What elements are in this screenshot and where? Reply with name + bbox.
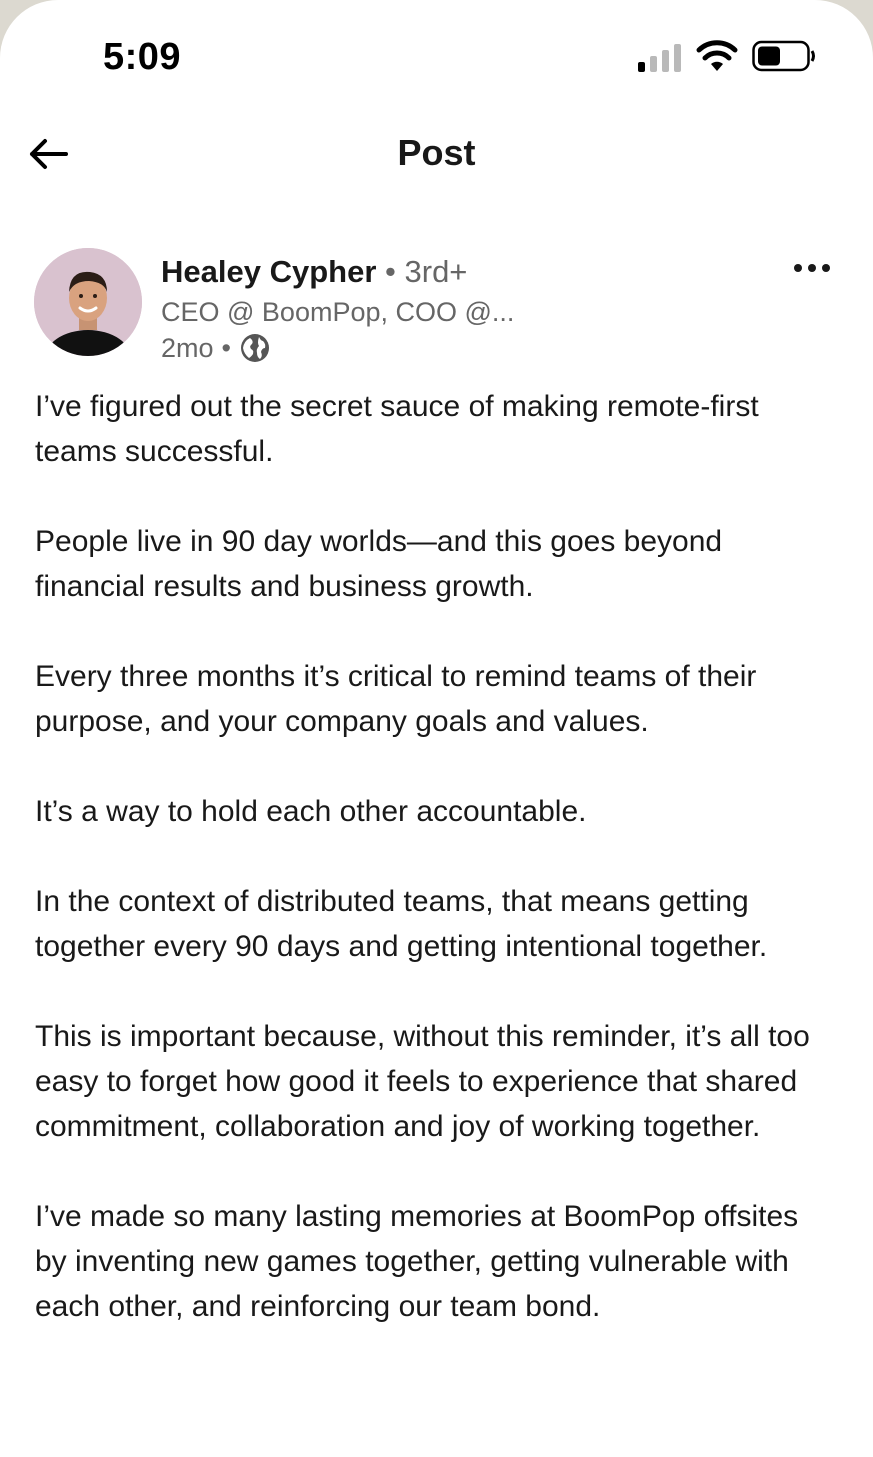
post-time-ago: 2mo	[161, 332, 214, 363]
top-nav-bar: Post	[0, 110, 873, 200]
more-dot-icon	[808, 264, 816, 272]
meta-separator: •	[221, 332, 231, 363]
post-paragraph: People live in 90 day worlds—and this go…	[35, 525, 723, 603]
globe-icon	[240, 334, 269, 362]
more-options-button[interactable]	[782, 250, 842, 286]
author-headline: CEO @ BoomPop, COO @...	[161, 297, 515, 327]
phone-screen: 5:09 Post Healey Cypher • 3rd+ CEO @ Boo…	[0, 0, 873, 1457]
author-avatar[interactable]	[34, 248, 142, 356]
status-bar: 5:09	[0, 0, 873, 110]
post-paragraph: Every three months it’s critical to remi…	[35, 660, 757, 738]
post-paragraph: I’ve figured out the secret sauce of mak…	[35, 390, 759, 468]
cellular-signal-icon	[638, 44, 681, 72]
page-title: Post	[397, 132, 476, 173]
post-header: Healey Cypher • 3rd+ CEO @ BoomPop, COO …	[0, 240, 873, 370]
post-paragraph: This is important because, without this …	[35, 1020, 810, 1143]
post-paragraph: It’s a way to hold each other accountabl…	[35, 795, 587, 828]
more-dot-icon	[794, 264, 802, 272]
author-name[interactable]: Healey Cypher	[161, 254, 376, 289]
post-paragraph: In the context of distributed teams, tha…	[35, 885, 768, 963]
more-dot-icon	[822, 264, 830, 272]
wifi-icon	[696, 40, 738, 71]
author-line: Healey Cypher • 3rd+	[161, 254, 467, 290]
battery-icon	[752, 40, 815, 72]
degree-separator: •	[385, 254, 396, 289]
status-time: 5:09	[103, 36, 182, 78]
post-paragraph: I’ve made so many lasting memories at Bo…	[35, 1200, 799, 1323]
post-body: I’ve figured out the secret sauce of mak…	[35, 384, 835, 1374]
avatar-photo	[34, 248, 142, 356]
post-meta: 2mo •	[161, 332, 271, 364]
connection-degree: 3rd+	[404, 254, 468, 289]
